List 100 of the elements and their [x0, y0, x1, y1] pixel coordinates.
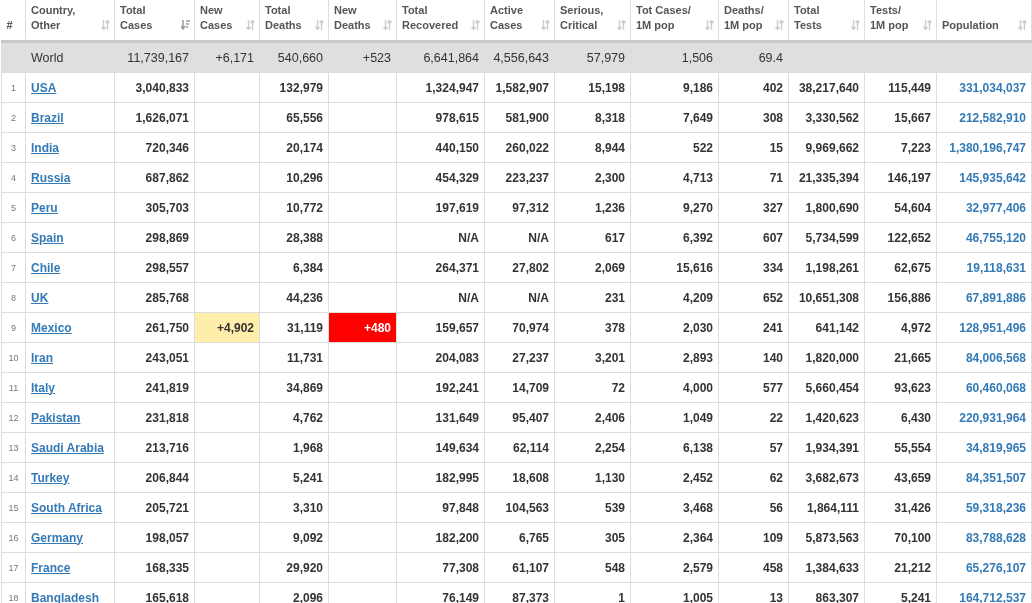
- table-cell: 1,934,391: [788, 432, 865, 463]
- table-cell: 31,426: [864, 492, 937, 523]
- table-cell: 3,330,562: [788, 102, 865, 133]
- table-cell: 70,100: [864, 522, 937, 553]
- rank-number: 18: [1, 582, 26, 603]
- table-cell: 19,118,631: [936, 252, 1032, 283]
- table-cell: 57,979: [554, 41, 631, 73]
- table-cell: 182,200: [396, 522, 485, 553]
- sort-icon: [101, 20, 110, 30]
- rank-number: 6: [1, 222, 26, 253]
- sort-icon: [315, 20, 324, 30]
- country-link[interactable]: UK: [31, 290, 49, 305]
- table-cell: 32,977,406: [936, 192, 1032, 223]
- table-cell: 97,312: [484, 192, 555, 223]
- country-link[interactable]: Spain: [31, 230, 64, 245]
- table-cell: 65,556: [259, 102, 329, 133]
- sort-descending-icon: [181, 20, 190, 30]
- table-cell: +480: [328, 312, 397, 343]
- table-cell: 9,186: [630, 72, 719, 103]
- table-cell: 5,734,599: [788, 222, 865, 253]
- country-link[interactable]: Iran: [31, 350, 53, 365]
- table-cell: 1,049: [630, 402, 719, 433]
- table-cell: 231,818: [114, 402, 195, 433]
- table-cell: 2,254: [554, 432, 631, 463]
- table-cell: 6,138: [630, 432, 719, 463]
- table-cell: 607: [718, 222, 789, 253]
- table-cell: 334: [718, 252, 789, 283]
- table-cell: 5,660,454: [788, 372, 865, 403]
- table-cell: 72: [554, 372, 631, 403]
- table-cell: 305: [554, 522, 631, 553]
- sort-icon: [246, 20, 255, 30]
- table-cell: 20,174: [259, 132, 329, 163]
- table-cell: 1,198,261: [788, 252, 865, 283]
- country-link[interactable]: Peru: [31, 200, 58, 215]
- rank-number: 7: [1, 252, 26, 283]
- table-cell: 9,969,662: [788, 132, 865, 163]
- table-cell: 71: [718, 162, 789, 193]
- table-cell: 22: [718, 402, 789, 433]
- table-cell: 581,900: [484, 102, 555, 133]
- table-cell: 3,201: [554, 342, 631, 373]
- table-cell: 132,979: [259, 72, 329, 103]
- table-cell: N/A: [484, 222, 555, 253]
- table-cell: 9,270: [630, 192, 719, 223]
- table-cell: 5,873,563: [788, 522, 865, 553]
- country-link[interactable]: Chile: [31, 260, 61, 275]
- country-link[interactable]: Italy: [31, 380, 55, 395]
- table-cell: 2,893: [630, 342, 719, 373]
- table-cell: 4,209: [630, 282, 719, 313]
- table-cell: 231: [554, 282, 631, 313]
- table-cell: 60,460,068: [936, 372, 1032, 403]
- table-cell: 331,034,037: [936, 72, 1032, 103]
- rank-number: 16: [1, 522, 26, 553]
- table-cell: 7,223: [864, 132, 937, 163]
- table-cell: 10,651,308: [788, 282, 865, 313]
- table-cell: 192,241: [396, 372, 485, 403]
- table-cell: 84,351,507: [936, 462, 1032, 493]
- table-cell: 156,886: [864, 282, 937, 313]
- table-cell: 6,384: [259, 252, 329, 283]
- table-cell: 146,197: [864, 162, 937, 193]
- table-cell: 198,057: [114, 522, 195, 553]
- table-cell: 1,506: [630, 41, 719, 73]
- country-link[interactable]: India: [31, 140, 59, 155]
- table-cell: 15,616: [630, 252, 719, 283]
- sort-icon: [1018, 20, 1027, 30]
- table-cell: 6,430: [864, 402, 937, 433]
- table-cell: 298,557: [114, 252, 195, 283]
- table-cell: 241,819: [114, 372, 195, 403]
- table-cell: 978,615: [396, 102, 485, 133]
- table-cell: 145,935,642: [936, 162, 1032, 193]
- table-cell: 69.4: [718, 41, 789, 73]
- table-cell: 95,407: [484, 402, 555, 433]
- table-cell: 14,709: [484, 372, 555, 403]
- table-cell: 67,891,886: [936, 282, 1032, 313]
- table-cell: 31,119: [259, 312, 329, 343]
- table-cell: 1,820,000: [788, 342, 865, 373]
- table-cell: 548: [554, 552, 631, 583]
- table-cell: 6,641,864: [396, 41, 485, 73]
- table-cell: 168,335: [114, 552, 195, 583]
- table-cell: 3,040,833: [114, 72, 195, 103]
- table-cell: 97,848: [396, 492, 485, 523]
- rank-number: 14: [1, 462, 26, 493]
- table-cell: N/A: [396, 282, 485, 313]
- table-cell: 62,114: [484, 432, 555, 463]
- rank-number: 10: [1, 342, 26, 373]
- table-cell: 4,713: [630, 162, 719, 193]
- table-cell: 260,022: [484, 132, 555, 163]
- table-cell: 4,000: [630, 372, 719, 403]
- sort-icon: [541, 20, 550, 30]
- table-cell: 378: [554, 312, 631, 343]
- country-link[interactable]: USA: [31, 80, 57, 95]
- table-cell: 5,241: [259, 462, 329, 493]
- table-cell: 28,388: [259, 222, 329, 253]
- table-cell: 15,198: [554, 72, 631, 103]
- rank-number: 15: [1, 492, 26, 523]
- table-cell: 2,069: [554, 252, 631, 283]
- table-cell: 3,310: [259, 492, 329, 523]
- table-cell: 77,308: [396, 552, 485, 583]
- table-cell: 1,626,071: [114, 102, 195, 133]
- country-link[interactable]: Brazil: [31, 110, 64, 125]
- table-cell: 11,731: [259, 342, 329, 373]
